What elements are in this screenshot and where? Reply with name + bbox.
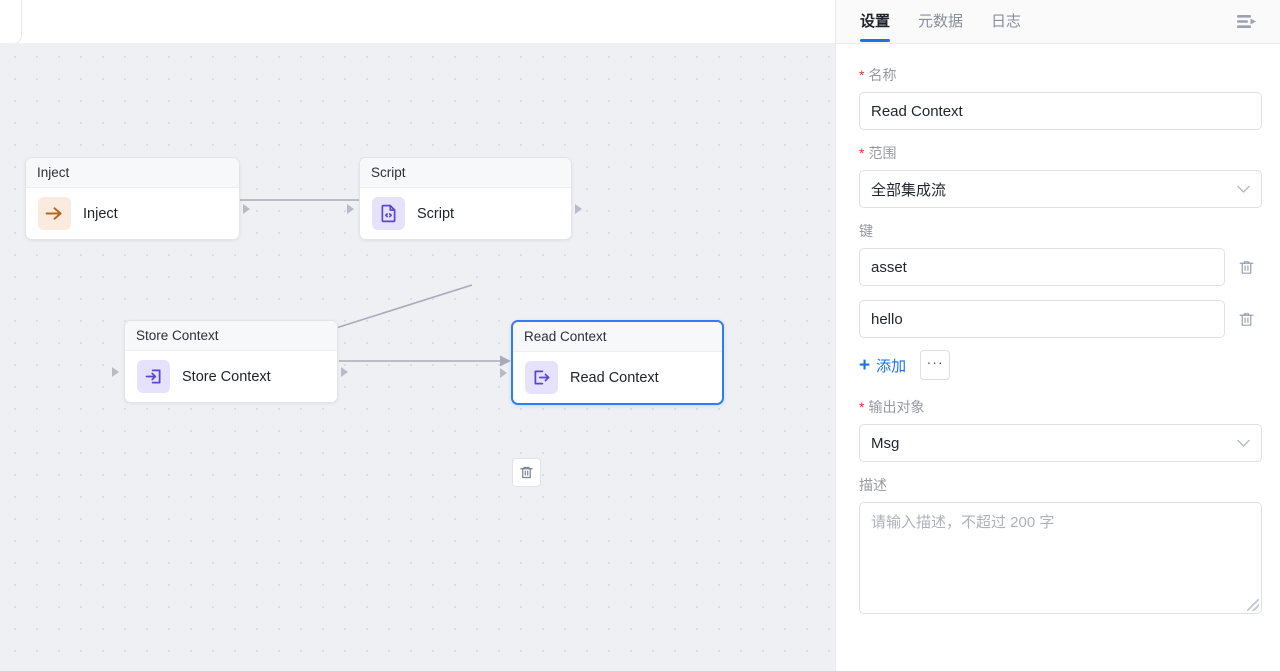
plus-icon: +: [859, 356, 870, 375]
node-label: Store Context: [182, 369, 271, 385]
node-title: Inject: [26, 158, 239, 188]
node-input-port[interactable]: [112, 367, 119, 377]
field-label-name: *名称: [859, 66, 1260, 84]
chevron-down-icon: [1237, 437, 1250, 450]
node-output-port[interactable]: [575, 204, 582, 214]
field-label-description: 描述: [859, 476, 1260, 494]
delete-key-button[interactable]: [1236, 256, 1256, 278]
trash-icon: [519, 465, 534, 480]
node-input-port[interactable]: [347, 204, 354, 214]
node-body: Script: [360, 188, 571, 239]
flow-node-store-context[interactable]: Store Context Store Context: [124, 320, 338, 403]
flow-node-inject[interactable]: Inject Inject: [25, 157, 240, 240]
field-output: *输出对象 Msg: [859, 398, 1260, 462]
tab-metadata[interactable]: 元数据: [918, 2, 963, 41]
trash-icon: [1238, 311, 1255, 328]
tab-settings[interactable]: 设置: [860, 2, 890, 41]
field-scope: *范围 全部集成流: [859, 144, 1260, 208]
field-label-output: *输出对象: [859, 398, 1260, 416]
required-marker: *: [859, 145, 864, 161]
scope-select-value: 全部集成流: [871, 179, 946, 200]
code-file-icon: [372, 197, 405, 230]
key-input-value: asset: [871, 259, 907, 276]
flow-node-script[interactable]: Script Script: [359, 157, 572, 240]
description-placeholder: 请输入描述，不超过 200 字: [871, 514, 1054, 531]
delete-node-button[interactable]: [512, 458, 541, 487]
panel-collapse-button[interactable]: [1234, 11, 1260, 33]
flow-editor: Inject Inject Script: [0, 0, 835, 671]
resize-handle-icon[interactable]: [1247, 599, 1259, 611]
key-actions: + 添加 ···: [859, 350, 1260, 380]
flow-toolbar: [0, 0, 835, 43]
toolbar-corner-panel: [0, 0, 22, 44]
inject-arrow-icon: [38, 197, 71, 230]
node-input-port[interactable]: [500, 368, 507, 378]
field-description: 描述 请输入描述，不超过 200 字: [859, 476, 1260, 614]
required-marker: *: [859, 67, 864, 83]
field-name: *名称 Read Context: [859, 66, 1260, 130]
key-row: hello: [859, 300, 1260, 338]
delete-key-button[interactable]: [1236, 308, 1256, 330]
settings-form: *名称 Read Context *范围 全部集成流: [836, 44, 1280, 614]
name-input[interactable]: Read Context: [859, 92, 1262, 130]
panel-collapse-icon: [1237, 14, 1257, 30]
node-body: Read Context: [513, 352, 722, 403]
node-title: Read Context: [513, 322, 722, 352]
key-input[interactable]: asset: [859, 248, 1225, 286]
node-label: Script: [417, 206, 454, 222]
output-select-value: Msg: [871, 435, 899, 452]
node-output-port[interactable]: [243, 204, 250, 214]
output-select[interactable]: Msg: [859, 424, 1262, 462]
add-key-button[interactable]: + 添加: [859, 355, 906, 376]
chevron-down-icon: [1237, 183, 1250, 196]
arrow-into-box-icon: [137, 360, 170, 393]
trash-icon: [1238, 259, 1255, 276]
node-label: Inject: [83, 206, 118, 222]
field-label-keys: 键: [859, 222, 1260, 240]
app-root: Inject Inject Script: [0, 0, 1280, 671]
property-panel: 设置 元数据 日志 *名称 Read Context: [835, 0, 1280, 671]
flow-canvas[interactable]: Inject Inject Script: [0, 43, 835, 671]
panel-tab-bar: 设置 元数据 日志: [836, 0, 1280, 44]
more-options-button[interactable]: ···: [920, 350, 950, 380]
field-keys: 键 asset hello: [859, 222, 1260, 380]
key-row: asset: [859, 248, 1260, 286]
add-key-label: 添加: [876, 355, 906, 376]
tab-logs[interactable]: 日志: [991, 2, 1021, 41]
description-textarea[interactable]: 请输入描述，不超过 200 字: [859, 502, 1262, 614]
node-label: Read Context: [570, 370, 659, 386]
arrow-out-of-box-icon: [525, 361, 558, 394]
node-title: Script: [360, 158, 571, 188]
node-title: Store Context: [125, 321, 337, 351]
node-body: Inject: [26, 188, 239, 239]
node-body: Store Context: [125, 351, 337, 402]
flow-node-read-context[interactable]: Read Context Read Context: [511, 320, 724, 405]
key-input-value: hello: [871, 311, 903, 328]
field-label-scope: *范围: [859, 144, 1260, 162]
key-input[interactable]: hello: [859, 300, 1225, 338]
name-input-value: Read Context: [871, 103, 963, 120]
scope-select[interactable]: 全部集成流: [859, 170, 1262, 208]
node-output-port[interactable]: [341, 367, 348, 377]
required-marker: *: [859, 399, 864, 415]
